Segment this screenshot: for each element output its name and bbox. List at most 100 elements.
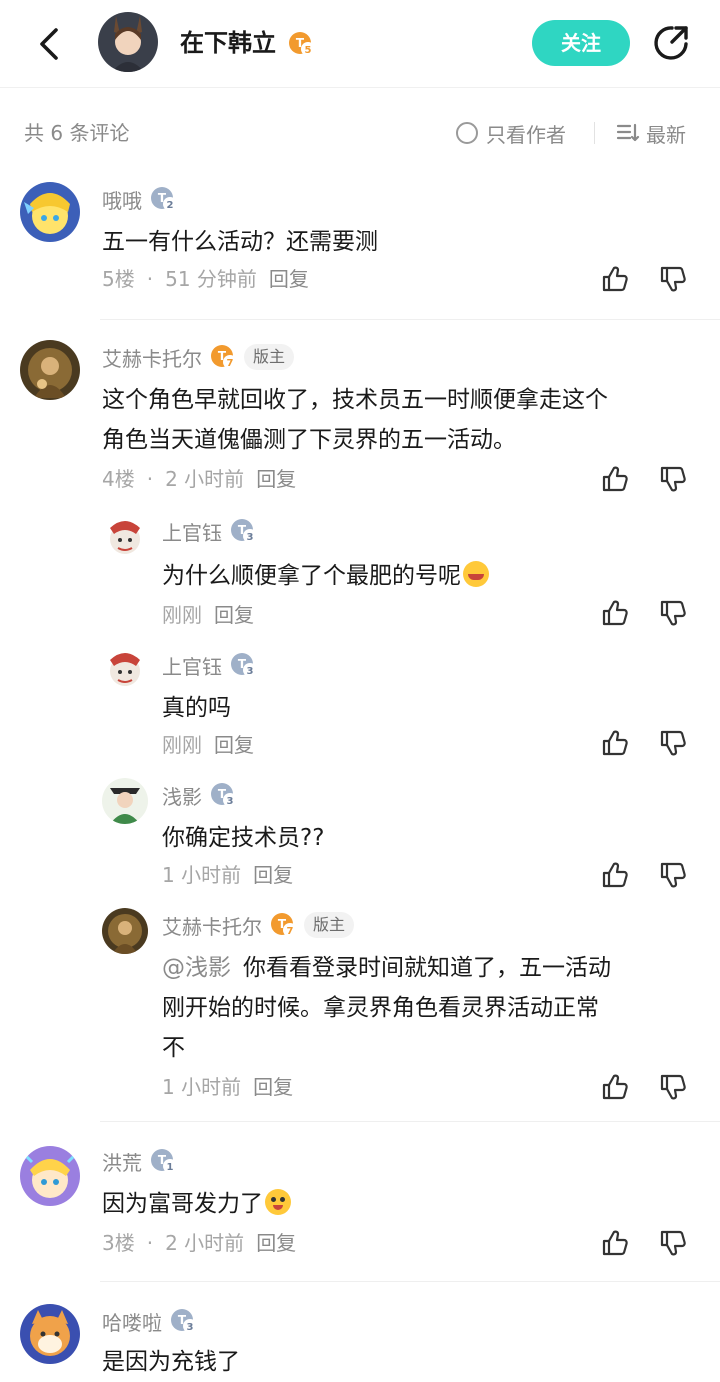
thumbs-down-icon[interactable] xyxy=(658,860,688,890)
reply-meta: 1 小时前 回复 xyxy=(162,1072,293,1102)
author-name: 在下韩立 T 5 xyxy=(180,26,316,60)
back-arrow-icon[interactable] xyxy=(30,24,70,64)
level-badge-icon: T 2 xyxy=(150,186,178,212)
reply-header: 上官钰 T 3 xyxy=(162,650,258,680)
reply-button[interactable]: 回复 xyxy=(256,1228,296,1258)
avatar[interactable] xyxy=(102,648,148,694)
share-icon[interactable] xyxy=(650,22,692,64)
thumbs-down-icon[interactable] xyxy=(658,264,688,294)
comment-item: 哈喽啦 T 3 是因为充钱了 xyxy=(0,1282,720,1382)
comment-header: 哈喽啦 T 3 xyxy=(102,1306,198,1336)
user-name[interactable]: 洪荒 xyxy=(102,1147,142,1176)
thumbs-down-icon[interactable] xyxy=(658,728,688,758)
timestamp: 刚刚 xyxy=(162,733,202,757)
reply-text: 真的吗 xyxy=(162,695,231,721)
comment-count: 共 6 条评论 xyxy=(24,121,130,145)
svg-text:2: 2 xyxy=(167,200,174,211)
timestamp: 1 小时前 xyxy=(162,1075,242,1099)
timestamp: 刚刚 xyxy=(162,603,202,627)
thumbs-down-icon[interactable] xyxy=(658,1072,688,1102)
user-name[interactable]: 哈喽啦 xyxy=(102,1307,162,1336)
avatar[interactable] xyxy=(20,1304,80,1364)
comment-meta: 3楼 · 2 小时前 回复 xyxy=(102,1228,296,1258)
thumbs-down-icon[interactable] xyxy=(658,598,688,628)
top-bar: 在下韩立 T 5 关注 xyxy=(0,0,720,88)
user-name[interactable]: 艾赫卡托尔 xyxy=(102,343,202,372)
level-badge-icon: T 7 xyxy=(210,344,238,370)
avatar[interactable] xyxy=(20,182,80,242)
comment-text: 五一有什么活动？还需要测 xyxy=(102,229,378,255)
radio-icon xyxy=(456,122,478,144)
sort-button[interactable]: 最新 xyxy=(616,118,686,148)
comment-header: 艾赫卡托尔 T 7 版主 xyxy=(102,342,295,372)
reply-text: 为什么顺便拿了个最肥的号呢 xyxy=(162,556,489,596)
level-badge-icon: T 3 xyxy=(230,652,258,678)
level-badge-icon: T 7 xyxy=(270,912,298,938)
thumbs-up-icon[interactable] xyxy=(600,728,630,758)
avatar[interactable] xyxy=(20,340,80,400)
separator-dot: · xyxy=(146,267,154,291)
timestamp: 1 小时前 xyxy=(162,863,242,887)
user-name[interactable]: 浅影 xyxy=(162,781,202,810)
user-name[interactable]: 上官钰 xyxy=(162,651,222,680)
only-author-toggle[interactable]: 只看作者 xyxy=(456,118,566,148)
svg-text:7: 7 xyxy=(227,358,234,369)
reply-button[interactable]: 回复 xyxy=(256,464,296,494)
user-name[interactable]: 哦哦 xyxy=(102,185,142,214)
thumbs-up-icon[interactable] xyxy=(600,464,630,494)
reply-button[interactable]: 回复 xyxy=(214,600,254,630)
separator-dot: · xyxy=(146,467,154,491)
avatar[interactable] xyxy=(102,778,148,824)
reply-meta: 刚刚 回复 xyxy=(162,730,254,760)
avatar[interactable] xyxy=(20,1146,80,1206)
timestamp: 2 小时前 xyxy=(165,1231,245,1255)
thumbs-down-icon[interactable] xyxy=(658,1228,688,1258)
level-badge-icon: T 3 xyxy=(230,518,258,544)
timestamp: 2 小时前 xyxy=(165,467,245,491)
grin-emoji xyxy=(463,561,489,587)
reply-button[interactable]: 回复 xyxy=(253,1072,293,1102)
svg-text:3: 3 xyxy=(247,532,254,543)
comment-meta: 5楼 · 51 分钟前 回复 xyxy=(102,264,309,294)
level-badge-icon: T 3 xyxy=(170,1308,198,1334)
drooling-emoji xyxy=(265,1189,291,1215)
svg-text:5: 5 xyxy=(305,45,312,56)
thumbs-up-icon[interactable] xyxy=(600,860,630,890)
comment-item: 洪荒 T 1 因为富哥发力了 3楼 · 2 小时前 回复 xyxy=(0,1122,720,1282)
level-badge-icon: T 5 xyxy=(288,31,316,57)
thumbs-down-icon[interactable] xyxy=(658,464,688,494)
thumbs-up-icon[interactable] xyxy=(600,1072,630,1102)
comment-item: 艾赫卡托尔 T 7 版主 这个角色早就回收了，技术员五一时顺便拿走这个 角色当天… xyxy=(0,320,720,1122)
reply-meta: 1 小时前 回复 xyxy=(162,860,293,890)
svg-text:7: 7 xyxy=(287,926,294,937)
author-avatar[interactable] xyxy=(98,12,158,72)
reply-button[interactable]: 回复 xyxy=(214,730,254,760)
floor-number: 5楼 xyxy=(102,267,135,291)
thumbs-up-icon[interactable] xyxy=(600,598,630,628)
timestamp: 51 分钟前 xyxy=(165,267,257,291)
comment-header: 哦哦 T 2 xyxy=(102,184,178,214)
divider xyxy=(594,122,595,144)
thumbs-up-icon[interactable] xyxy=(600,264,630,294)
reply-header: 上官钰 T 3 xyxy=(162,516,258,546)
reply-button[interactable]: 回复 xyxy=(253,860,293,890)
svg-text:3: 3 xyxy=(187,1322,194,1333)
only-author-label: 只看作者 xyxy=(486,122,566,147)
user-name[interactable]: 艾赫卡托尔 xyxy=(162,911,262,940)
comment-text: 因为富哥发力了 xyxy=(102,1184,291,1224)
user-name[interactable]: 上官钰 xyxy=(162,517,222,546)
reply-text: 你确定技术员?? xyxy=(162,825,325,851)
follow-button[interactable]: 关注 xyxy=(532,20,630,66)
comment-filter-bar: 共 6 条评论 只看作者 最新 xyxy=(0,88,720,178)
mention-link[interactable]: @浅影 xyxy=(162,955,231,981)
svg-text:1: 1 xyxy=(167,1162,174,1173)
thumbs-up-icon[interactable] xyxy=(600,1228,630,1258)
moderator-badge: 版主 xyxy=(244,344,295,370)
separator-dot: · xyxy=(146,1231,154,1255)
avatar[interactable] xyxy=(102,516,148,562)
svg-text:3: 3 xyxy=(227,796,234,807)
avatar[interactable] xyxy=(102,908,148,954)
reply-button[interactable]: 回复 xyxy=(269,264,309,294)
svg-text:3: 3 xyxy=(247,666,254,677)
reply-header: 浅影 T 3 xyxy=(162,780,238,810)
